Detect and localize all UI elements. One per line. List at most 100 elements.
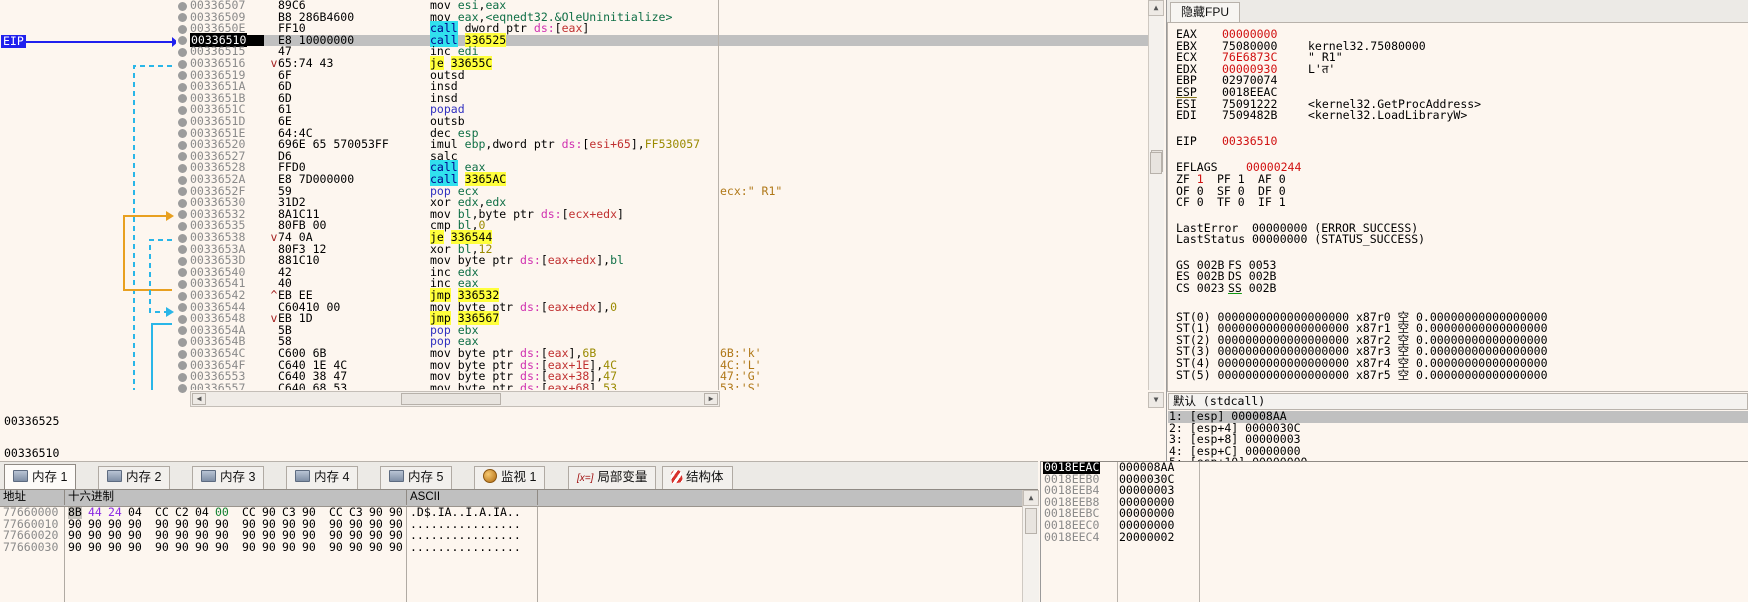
disassembly-row[interactable]: 0033653031D2xor edx,edx xyxy=(190,197,1150,209)
dump-rows[interactable]: 776600008B442404CCC20400CC90C390CCC39090… xyxy=(0,507,1022,602)
breakpoint-bullet[interactable] xyxy=(178,94,187,103)
disassembly-row[interactable]: 00336527D6salc xyxy=(190,151,1150,163)
breakpoint-bullet[interactable] xyxy=(178,164,187,173)
breakpoint-bullet[interactable] xyxy=(178,25,187,34)
breakpoint-bullet[interactable] xyxy=(178,187,187,196)
breakpoint-bullet[interactable] xyxy=(178,326,187,335)
segment-cs[interactable]: CS 0023 xyxy=(1176,283,1224,295)
breakpoint-bullet[interactable] xyxy=(178,106,187,115)
segment-ss[interactable]: SS 002B xyxy=(1228,283,1276,295)
breakpoint-bullet[interactable] xyxy=(178,83,187,92)
hide-fpu-tab[interactable]: 隐藏FPU xyxy=(1170,2,1240,22)
register-value[interactable]: 00336510 xyxy=(1222,136,1277,148)
disassembly-row[interactable]: 00336520696E 65 570053FFimul ebp,dword p… xyxy=(190,139,1150,151)
breakpoint-bullet[interactable] xyxy=(178,361,187,370)
dump-col-address[interactable]: 地址 xyxy=(0,490,67,505)
flag-tf[interactable]: TF 0 xyxy=(1217,197,1245,209)
breakpoint-bullet[interactable] xyxy=(178,141,187,150)
arguments-rows[interactable]: 1: [esp] 000008AA2: [esp+4] 0000030C3: [… xyxy=(1167,411,1748,462)
disassembly-row[interactable]: 0033654140inc eax xyxy=(190,278,1150,290)
breakpoint-bullet[interactable] xyxy=(178,373,187,382)
disassembly-row[interactable]: 00336516v65:74 43je 33655C xyxy=(190,58,1150,70)
breakpoint-bullet[interactable] xyxy=(178,48,187,57)
dump-byte[interactable]: 90 xyxy=(155,542,169,554)
bottom-tab-1[interactable]: 内存 1 xyxy=(4,464,76,490)
dump-scroll-thumb[interactable] xyxy=(1025,508,1037,534)
disassembly-row[interactable]: 00336510E8 10000000call 336525 xyxy=(190,35,1150,47)
breakpoint-bullet[interactable] xyxy=(178,303,187,312)
dump-byte[interactable]: 90 xyxy=(215,542,229,554)
breakpoint-bullet[interactable] xyxy=(178,36,187,45)
stack-row-value[interactable]: 20000002 xyxy=(1119,532,1174,544)
disassembly-row[interactable]: 0033653A80F3 12xor bl,12 xyxy=(190,244,1150,256)
disassembly-panel[interactable]: EIP 0033650789C6mov esi,eax00336509B8 28… xyxy=(0,0,1164,408)
disassembly-row[interactable]: 0033653580FB 00cmp bl,0 xyxy=(190,220,1150,232)
breakpoint-bullet[interactable] xyxy=(178,60,187,69)
stack-panel[interactable]: 0018EEAC000008AA0018EEB00000030C0018EEB4… xyxy=(1040,461,1748,602)
dump-col-ascii[interactable]: ASCII xyxy=(407,490,540,505)
breakpoint-bullet[interactable] xyxy=(178,245,187,254)
dump-col-divider-3[interactable] xyxy=(537,490,538,505)
bottom-tab-5[interactable]: 内存 5 xyxy=(380,466,452,489)
scroll-thumb-horizontal[interactable] xyxy=(401,393,501,405)
disassembly-row[interactable]: 00336548vEB 1Djmp 336567 xyxy=(190,313,1150,325)
bottom-tab-6[interactable]: 监视 1 xyxy=(474,466,545,489)
last-status-value[interactable]: 00000000 (STATUS_SUCCESS) xyxy=(1252,234,1425,246)
dump-byte[interactable]: 90 xyxy=(282,542,296,554)
breakpoint-bullet[interactable] xyxy=(178,71,187,80)
dump-col-hex[interactable]: 十六进制 xyxy=(65,490,408,505)
breakpoint-bullet[interactable] xyxy=(178,350,187,359)
breakpoint-bullet[interactable] xyxy=(178,384,187,393)
breakpoint-bullet-column[interactable] xyxy=(176,0,190,390)
disassembly-row[interactable]: 003365196Foutsd xyxy=(190,70,1150,82)
breakpoint-bullet[interactable] xyxy=(178,2,187,11)
breakpoint-bullet[interactable] xyxy=(178,176,187,185)
bottom-tab-7[interactable]: [x=]局部变量 xyxy=(568,466,656,489)
dump-byte[interactable]: 90 xyxy=(262,542,276,554)
breakpoint-bullet[interactable] xyxy=(178,199,187,208)
breakpoint-bullet[interactable] xyxy=(178,118,187,127)
middle-vertical-scrollbar[interactable]: ▲ ▼ xyxy=(1148,0,1164,408)
dump-row-ascii[interactable]: ................ xyxy=(410,542,521,554)
breakpoint-bullet[interactable] xyxy=(178,257,187,266)
breakpoint-bullet[interactable] xyxy=(178,129,187,138)
stack-rows[interactable]: 0018EEAC000008AA0018EEB00000030C0018EEB4… xyxy=(1041,462,1748,602)
dump-byte[interactable]: 90 xyxy=(175,542,189,554)
dump-byte[interactable]: 90 xyxy=(242,542,256,554)
scroll-right-arrow[interactable]: ▶ xyxy=(704,393,718,405)
disassembly-row[interactable]: 0033652F59pop ecxecx:" R1" xyxy=(190,186,1150,198)
dump-byte[interactable]: 90 xyxy=(349,542,363,554)
disassembly-row[interactable]: 0033651D6Eoutsb xyxy=(190,116,1150,128)
breakpoint-bullet[interactable] xyxy=(178,210,187,219)
disassembly-row[interactable]: 0033651547inc edi xyxy=(190,46,1150,58)
scroll-left-arrow[interactable]: ◀ xyxy=(192,393,206,405)
breakpoint-bullet[interactable] xyxy=(178,152,187,161)
disassembly-row[interactable]: 0033653D881C10mov byte ptr ds:[eax+edx],… xyxy=(190,255,1150,267)
bottom-tabbar[interactable]: 内存 1内存 2内存 3内存 4内存 5监视 1[x=]局部变量结构体 xyxy=(0,461,1038,490)
registers-body[interactable]: EAX00000000EBX75080000kernel32.75080000E… xyxy=(1167,23,1748,392)
dump-byte[interactable]: 90 xyxy=(68,542,82,554)
disassembly-row[interactable]: 00336557C640 68 53mov byte ptr ds:[eax+6… xyxy=(190,383,1150,390)
disassembly-row[interactable]: 00336509B8 286B4600mov eax,<eqnedt32.&Ol… xyxy=(190,12,1150,24)
disassembly-row[interactable]: 0033651C61popad xyxy=(190,104,1150,116)
dump-byte[interactable]: 90 xyxy=(369,542,383,554)
breakpoint-bullet[interactable] xyxy=(178,234,187,243)
disassembly-row[interactable]: 00336544C60410 00mov byte ptr ds:[eax+ed… xyxy=(190,302,1150,314)
dump-vertical-scrollbar[interactable]: ▲ xyxy=(1022,490,1039,602)
dump-byte[interactable]: 90 xyxy=(302,542,316,554)
disassembly-row[interactable]: 0033654042inc edx xyxy=(190,267,1150,279)
dump-byte[interactable]: 90 xyxy=(329,542,343,554)
disassembly-rows[interactable]: 0033650789C6mov esi,eax00336509B8 286B46… xyxy=(190,0,1150,390)
flag-if[interactable]: IF 1 xyxy=(1258,197,1286,209)
dump-byte[interactable]: 90 xyxy=(389,542,403,554)
bottom-tab-2[interactable]: 内存 2 xyxy=(98,466,170,489)
dump-byte[interactable]: 90 xyxy=(108,542,122,554)
scroll-down-arrow[interactable]: ▼ xyxy=(1148,392,1164,408)
memory-dump-panel[interactable]: 地址 十六进制 ASCII 776600008B442404CCC20400CC… xyxy=(0,489,1038,602)
dump-byte[interactable]: 90 xyxy=(88,542,102,554)
breakpoint-bullet[interactable] xyxy=(178,338,187,347)
breakpoint-bullet[interactable] xyxy=(178,280,187,289)
flag-cf[interactable]: CF 0 xyxy=(1176,197,1204,209)
scroll-up-arrow[interactable]: ▲ xyxy=(1148,0,1164,16)
dump-byte[interactable]: 90 xyxy=(128,542,142,554)
